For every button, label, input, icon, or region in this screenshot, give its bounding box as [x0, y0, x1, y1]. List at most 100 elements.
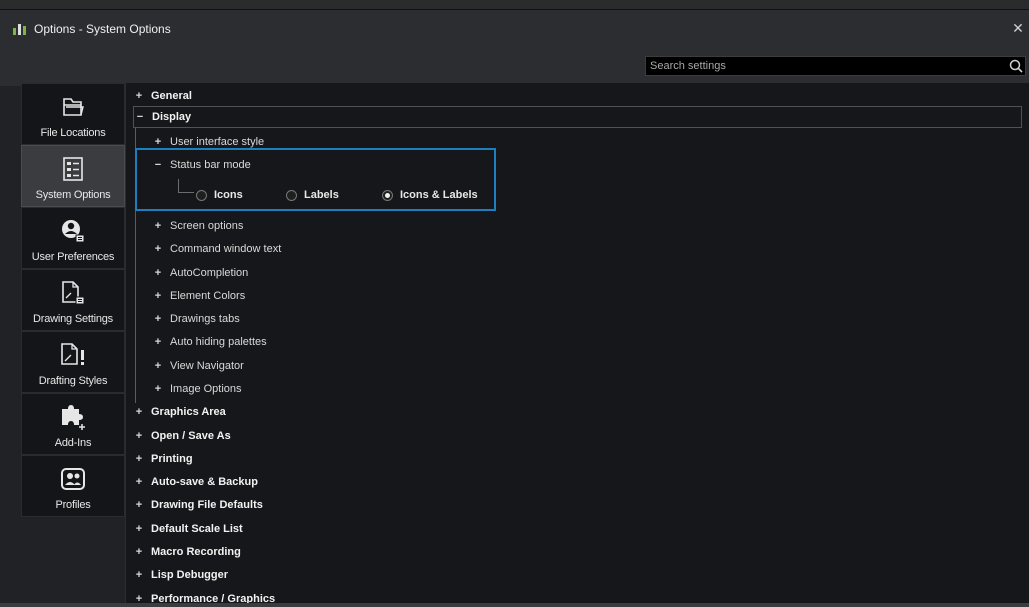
expand-icon[interactable]: +: [152, 220, 164, 232]
tree-node-general[interactable]: + General: [133, 85, 192, 107]
search-box: [645, 56, 1026, 76]
radio-label: Icons: [214, 189, 243, 201]
tree-node-label: View Navigator: [170, 360, 244, 372]
sidebar-item-label: User Preferences: [31, 251, 115, 263]
close-button[interactable]: ✕: [1009, 19, 1027, 37]
radio-icons-labels[interactable]: Icons & Labels: [382, 186, 478, 204]
tree-node-autocompletion[interactable]: + AutoCompletion: [152, 262, 249, 284]
expand-icon[interactable]: +: [133, 90, 145, 102]
sidebar-item-file-locations[interactable]: File Locations: [21, 83, 125, 145]
title-bar: Options - System Options ✕: [0, 10, 1029, 48]
tree-node-lisp-debugger[interactable]: + Lisp Debugger: [133, 564, 228, 586]
expand-icon[interactable]: +: [152, 243, 164, 255]
puzzle-icon: [59, 403, 87, 431]
tree-node-label: AutoCompletion: [170, 267, 249, 279]
search-row: [0, 48, 1029, 86]
expand-icon[interactable]: +: [152, 290, 164, 302]
tree-node-label: General: [151, 90, 192, 102]
sidebar-item-add-ins[interactable]: Add-Ins: [21, 393, 125, 455]
sidebar-item-drawing-settings[interactable]: Drawing Settings: [21, 269, 125, 331]
tree-node-view-navigator[interactable]: + View Navigator: [152, 355, 244, 377]
tree-node-label: Status bar mode: [170, 159, 251, 171]
folder-icon: [59, 93, 87, 121]
sidebar-item-label: Drafting Styles: [38, 375, 108, 387]
sidebar-item-user-preferences[interactable]: User Preferences: [21, 207, 125, 269]
expand-icon[interactable]: +: [133, 430, 145, 442]
radio-dot: [286, 189, 297, 201]
tree-node-printing[interactable]: + Printing: [133, 448, 193, 470]
tree-node-drawing-file-defaults[interactable]: + Drawing File Defaults: [133, 494, 263, 516]
drawing-settings-icon: [59, 279, 87, 307]
tree-node-open-save-as[interactable]: + Open / Save As: [133, 425, 231, 447]
search-input[interactable]: [646, 60, 1007, 72]
app-icon: [12, 22, 28, 36]
radio-icons[interactable]: Icons: [196, 186, 243, 204]
radio-dot-selected: [382, 189, 393, 201]
sidebar-item-drafting-styles[interactable]: Drafting Styles: [21, 331, 125, 393]
tree-node-label: Default Scale List: [151, 523, 243, 535]
radio-dot: [196, 189, 207, 201]
sidebar-item-label: Profiles: [55, 499, 91, 511]
tree-node-label: Open / Save As: [151, 430, 231, 442]
tree-node-label: Graphics Area: [151, 406, 226, 418]
list-options-icon: [59, 155, 87, 183]
tree-node-display[interactable]: − Display: [133, 106, 1022, 128]
expand-icon[interactable]: +: [133, 523, 145, 535]
tree-node-label: Display: [152, 111, 192, 123]
expand-icon[interactable]: +: [152, 360, 164, 372]
tree-node-image-options[interactable]: + Image Options: [152, 378, 242, 400]
tree-node-label: Macro Recording: [151, 546, 241, 558]
expand-icon[interactable]: +: [133, 453, 145, 465]
user-preferences-icon: [59, 217, 87, 245]
tree-connector: [178, 179, 194, 193]
tree-node-auto-hiding-palettes[interactable]: + Auto hiding palettes: [152, 331, 267, 353]
expand-icon[interactable]: +: [133, 476, 145, 488]
sidebar-item-system-options[interactable]: System Options: [21, 145, 125, 207]
tree-node-label: Element Colors: [170, 290, 246, 302]
sidebar-item-profiles[interactable]: Profiles: [21, 455, 125, 517]
tree-node-label: Auto hiding palettes: [170, 336, 267, 348]
tree-node-autosave-backup[interactable]: + Auto-save & Backup: [133, 471, 258, 493]
collapse-icon[interactable]: −: [134, 111, 146, 123]
expand-icon[interactable]: +: [152, 267, 164, 279]
tree-node-element-colors[interactable]: + Element Colors: [152, 285, 245, 307]
tree-node-label: User interface style: [170, 136, 265, 148]
radio-labels[interactable]: Labels: [286, 186, 339, 204]
window-title: Options - System Options: [34, 22, 171, 36]
radio-label: Labels: [304, 189, 339, 201]
expand-icon[interactable]: +: [133, 569, 145, 581]
expand-icon[interactable]: +: [152, 313, 164, 325]
sidebar-item-label: Drawing Settings: [33, 313, 113, 325]
tree-node-label: Lisp Debugger: [151, 569, 229, 581]
bottom-border: [0, 603, 1029, 607]
tree-node-label: Image Options: [170, 383, 242, 395]
category-sidebar: File Locations System Options User Prefe…: [21, 83, 125, 517]
tree-node-status-bar-mode[interactable]: − Status bar mode: [152, 154, 251, 176]
expand-icon[interactable]: +: [152, 383, 164, 395]
sidebar-item-label: File Locations: [40, 127, 106, 139]
top-strip: [0, 0, 1029, 10]
tree-node-graphics-area[interactable]: + Graphics Area: [133, 401, 226, 423]
drafting-styles-icon: [59, 341, 87, 369]
tree-node-screen-options[interactable]: + Screen options: [152, 215, 244, 237]
search-icon[interactable]: [1007, 57, 1025, 75]
expand-icon[interactable]: +: [152, 336, 164, 348]
tree-node-command-window-text[interactable]: + Command window text: [152, 238, 282, 260]
tree-node-label: Printing: [151, 453, 193, 465]
tree-node-label: Screen options: [170, 220, 244, 232]
profiles-icon: [59, 465, 87, 493]
sidebar-item-label: Add-Ins: [54, 437, 92, 449]
expand-icon[interactable]: +: [133, 499, 145, 511]
tree-node-default-scale-list[interactable]: + Default Scale List: [133, 518, 243, 540]
tree-node-label: Auto-save & Backup: [151, 476, 258, 488]
tree-node-label: Drawing File Defaults: [151, 499, 263, 511]
collapse-icon[interactable]: −: [152, 159, 164, 171]
radio-label: Icons & Labels: [400, 189, 478, 201]
tree-node-macro-recording[interactable]: + Macro Recording: [133, 541, 241, 563]
sidebar-item-label: System Options: [35, 189, 111, 201]
tree-node-drawings-tabs[interactable]: + Drawings tabs: [152, 308, 240, 330]
expand-icon[interactable]: +: [133, 546, 145, 558]
tree-node-label: Drawings tabs: [170, 313, 240, 325]
expand-icon[interactable]: +: [152, 136, 164, 148]
expand-icon[interactable]: +: [133, 406, 145, 418]
